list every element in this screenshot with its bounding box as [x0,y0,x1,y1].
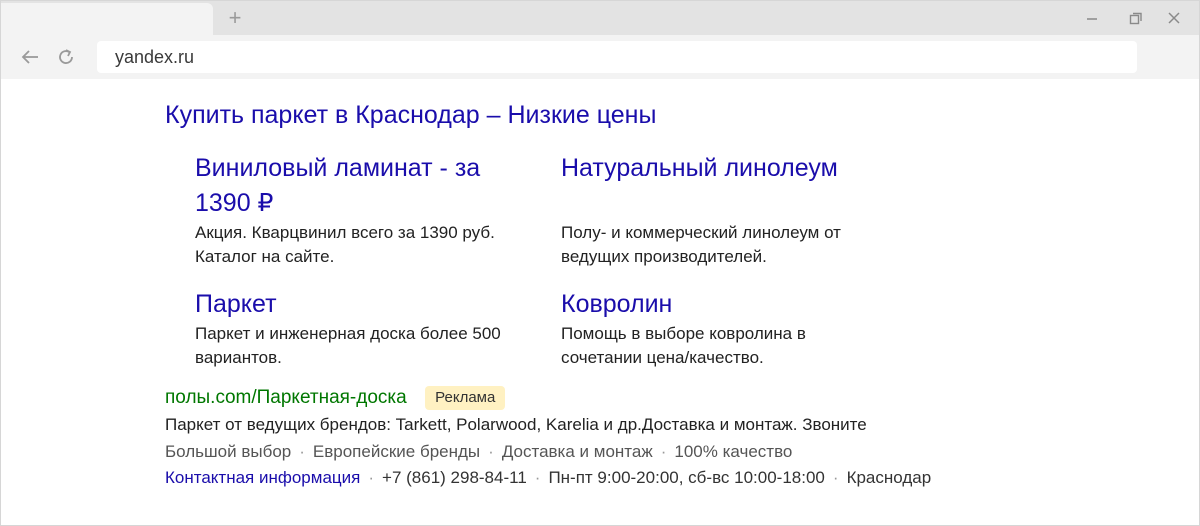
phone-number: +7 (861) 298-84-11 [382,468,527,487]
sitelink: Виниловый ламинат - за 1390 ₽ Акция. Ква… [195,151,525,269]
quick-link: Европейские бренды [312,442,481,461]
ad-badge: Реклама [425,386,506,410]
sitelink-title[interactable]: Ковролин [561,287,891,322]
quick-link: Большой выбор [165,442,292,461]
back-button[interactable] [19,46,41,68]
quick-link: Доставка и монтаж [501,442,653,461]
separator: · [299,442,305,461]
separator: · [488,442,494,461]
ad-display-url[interactable]: полы.com/Паркетная-доска [165,387,407,408]
minimize-icon [1087,18,1097,20]
separator: · [368,468,375,487]
address-bar[interactable]: yandex.ru [97,41,1137,73]
separator: · [534,468,541,487]
sitelink: Натуральный линолеум Полу- и коммерчески… [561,151,891,269]
restore-icon [1129,12,1142,25]
working-hours: Пн-пт 9:00-20:00, сб-вс 10:00-18:00 [548,468,825,487]
restore-button[interactable] [1119,3,1153,33]
active-tab[interactable] [1,3,213,35]
close-icon [1168,12,1180,24]
sitelink-description: Полу- и коммерческий линолеум от ведущих… [561,223,841,266]
browser-toolbar: yandex.ru [1,35,1199,79]
separator: · [832,468,839,487]
contact-row: Контактная информация · +7 (861) 298-84-11… [165,466,931,490]
plus-icon: + [228,5,242,30]
reload-button[interactable] [55,46,77,68]
contact-info-link[interactable]: Контактная информация [165,468,360,487]
sitelink-description: Акция. Кварцвинил всего за 1390 руб. Кат… [195,223,495,266]
sitelink-title[interactable]: Натуральный линолеум [561,151,891,186]
sitelink-description: Паркет и инженерная доска более 500 вари… [195,324,501,367]
reload-icon [59,49,73,64]
sitelink-title[interactable]: Виниловый ламинат - за 1390 ₽ [195,151,525,221]
new-tab-button[interactable]: + [221,4,249,32]
sitelink-description: Помощь в выборе ковролина в сочетании це… [561,324,806,367]
minimize-button[interactable] [1075,3,1109,33]
back-arrow-icon [21,50,38,64]
ad-url-row: полы.com/Паркетная-доска Реклама [165,385,506,411]
close-button[interactable] [1157,3,1191,33]
tab-strip: + [1,1,1199,35]
ad-description: Паркет от ведущих брендов: Tarkett, Pola… [165,415,867,434]
separator: · [660,442,667,461]
sitelink: Паркет Паркет и инженерная доска более 5… [195,287,525,370]
sitelink: Ковролин Помощь в выборе ковролина в соч… [561,287,891,370]
sitelink-title[interactable]: Паркет [195,287,525,322]
browser-window: + yandex.ru Купить паркет в Краснодар – … [0,0,1200,526]
ad-title-link[interactable]: Купить паркет в Краснодар – Низкие цены [165,101,656,130]
city: Краснодар [846,468,932,487]
quick-link: 100% качество [674,442,793,461]
quick-links: Большой выбор · Европейские бренды · Доставк… [165,440,792,464]
